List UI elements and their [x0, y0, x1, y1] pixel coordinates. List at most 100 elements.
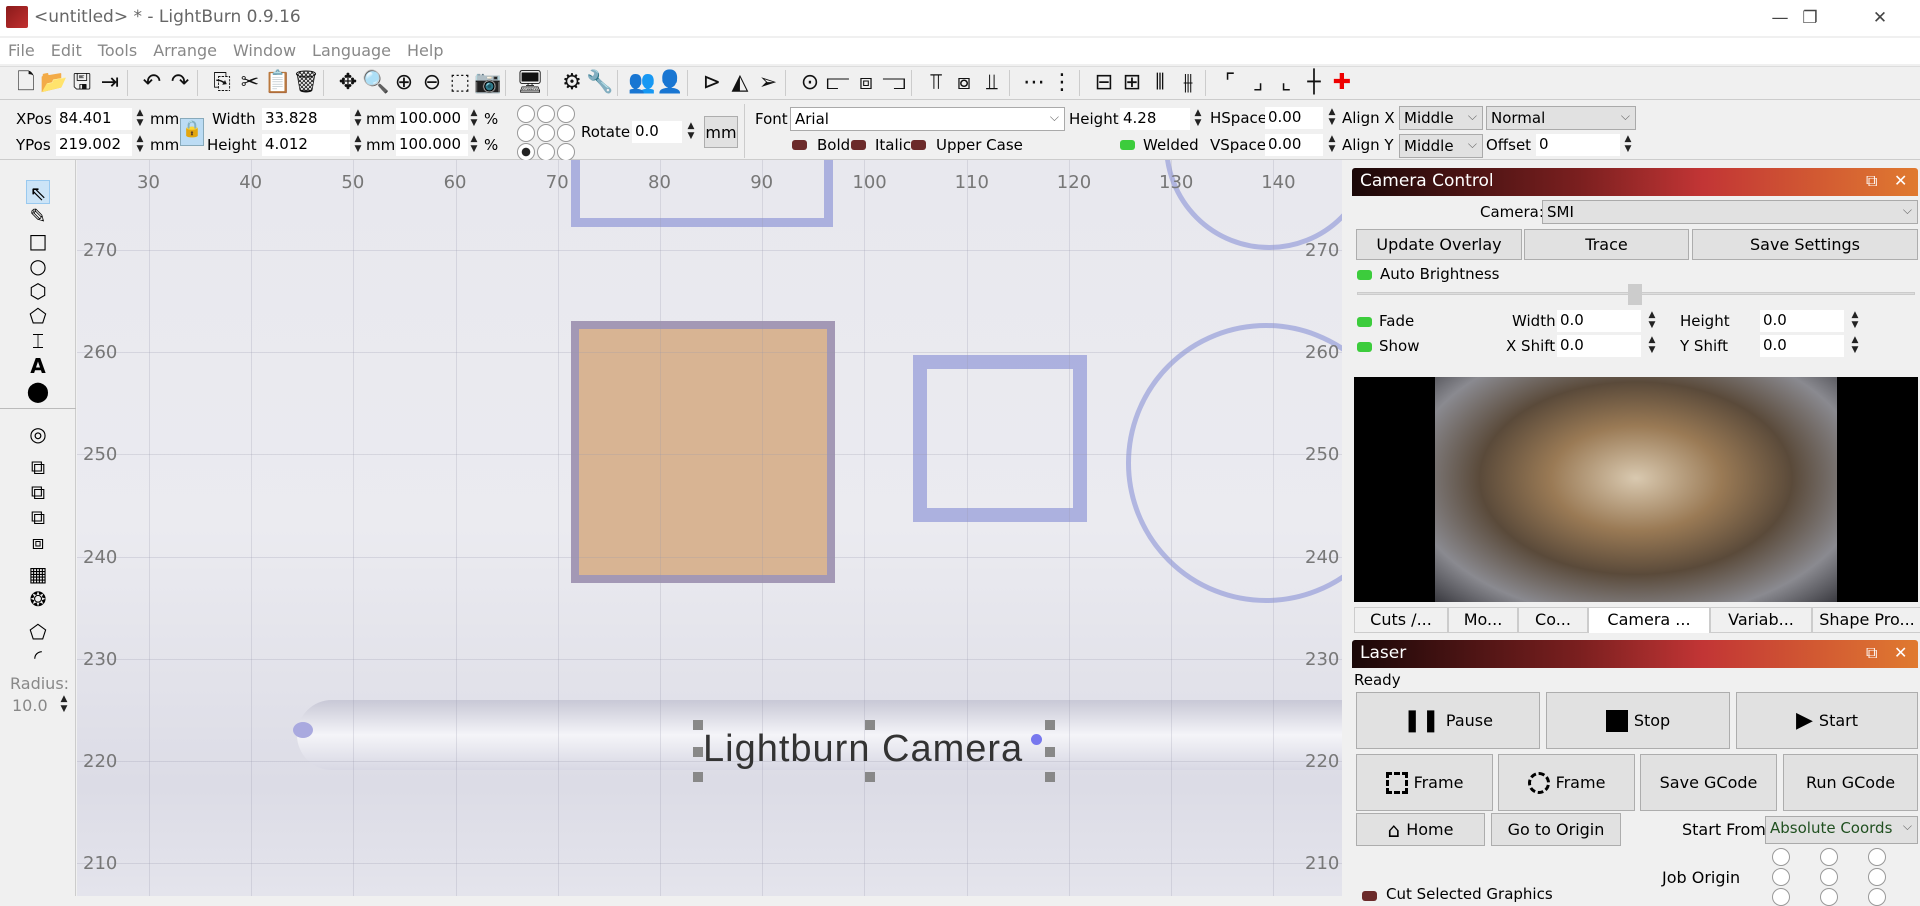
- dock-tab[interactable]: Cuts /...: [1354, 607, 1448, 633]
- anchor-radio[interactable]: [537, 105, 555, 123]
- job-origin-radio[interactable]: [1868, 868, 1886, 886]
- copy-icon[interactable]: ⎘: [208, 69, 236, 97]
- anchor-radio[interactable]: [537, 143, 555, 161]
- frame-rect-button[interactable]: Frame: [1356, 754, 1493, 811]
- scale-height-input[interactable]: 100.000: [396, 134, 468, 156]
- bold-toggle[interactable]: [792, 140, 807, 150]
- job-origin-radio[interactable]: [1772, 888, 1790, 906]
- hspace-input[interactable]: 0.00: [1265, 107, 1323, 129]
- scale-width-spinner[interactable]: ▲ ▼: [468, 108, 480, 130]
- menu-edit[interactable]: Edit: [43, 38, 90, 64]
- redo-icon[interactable]: ↷: [166, 69, 194, 97]
- design-canvas[interactable]: Lightburn Camera 30 40 50 60 70 80 90 100 110 120…: [77, 160, 1342, 896]
- resize-handle[interactable]: [865, 720, 875, 730]
- anchor-radio[interactable]: [517, 143, 535, 161]
- resize-handle[interactable]: [865, 772, 875, 782]
- restore-button[interactable]: ❐: [1785, 4, 1835, 32]
- corner-radius-icon[interactable]: ◜: [26, 645, 50, 669]
- upper-case-toggle[interactable]: [911, 140, 926, 150]
- resize-handle[interactable]: [1045, 720, 1055, 730]
- group-icon[interactable]: 👥: [628, 69, 656, 97]
- xpos-spinner[interactable]: ▲ ▼: [134, 108, 146, 130]
- radius-spinner[interactable]: ▲ ▼: [58, 694, 70, 716]
- job-origin-radio[interactable]: [1820, 868, 1838, 886]
- ellipse-tool-icon[interactable]: ○: [26, 254, 50, 278]
- close-button[interactable]: ✕: [1855, 4, 1905, 32]
- stop-button[interactable]: Stop: [1546, 692, 1730, 749]
- zoom-out-icon[interactable]: ⊖: [418, 69, 446, 97]
- scale-height-spinner[interactable]: ▲ ▼: [468, 134, 480, 156]
- grid-array-icon[interactable]: ▦: [26, 562, 50, 586]
- italic-toggle[interactable]: [851, 140, 866, 150]
- ypos-spinner[interactable]: ▲ ▼: [134, 134, 146, 156]
- monitor-icon[interactable]: 🖥: [516, 69, 544, 97]
- stack-icon[interactable]: ⊞: [1118, 69, 1146, 97]
- resize-handle[interactable]: [693, 720, 703, 730]
- anchor-radio[interactable]: [557, 143, 575, 161]
- offset-shapes-icon[interactable]: ◎: [26, 422, 50, 446]
- start-from-select[interactable]: Absolute Coords ⌵: [1765, 816, 1918, 844]
- auto-brightness-toggle[interactable]: [1357, 270, 1372, 280]
- spread-icon[interactable]: ⫴: [1146, 69, 1174, 97]
- menu-window[interactable]: Window: [225, 38, 304, 64]
- text-height-spinner[interactable]: ▲ ▼: [1192, 108, 1204, 130]
- job-origin-radio[interactable]: [1868, 848, 1886, 866]
- pen-tool-icon[interactable]: ✎: [26, 204, 50, 228]
- show-toggle[interactable]: [1357, 342, 1372, 352]
- resize-handle[interactable]: [1045, 747, 1055, 757]
- run-gcode-button[interactable]: Run GCode: [1783, 754, 1918, 811]
- rectangle-tool-icon[interactable]: □: [26, 229, 50, 253]
- pause-button[interactable]: ❚❚ Pause: [1356, 692, 1540, 749]
- subtract-icon[interactable]: ⧉: [26, 505, 50, 529]
- unit-toggle-button[interactable]: mm: [704, 116, 738, 148]
- origin-bl-icon[interactable]: ⌞: [1272, 69, 1300, 97]
- polygon-tool-icon[interactable]: ⬡: [26, 279, 50, 303]
- overlay-height-input[interactable]: 0.0: [1760, 310, 1844, 332]
- resize-handle[interactable]: [693, 747, 703, 757]
- welded-toggle[interactable]: [1120, 140, 1135, 150]
- vspace-spinner[interactable]: ▲ ▼: [1326, 134, 1338, 156]
- save-settings-button[interactable]: Save Settings: [1692, 229, 1918, 260]
- dock-icon[interactable]: ⫵: [1174, 69, 1202, 97]
- hspace-spinner[interactable]: ▲ ▼: [1326, 107, 1338, 129]
- zoom-in-icon[interactable]: ⊕: [390, 69, 418, 97]
- width-spinner[interactable]: ▲ ▼: [352, 108, 364, 130]
- dock-tab[interactable]: Mo...: [1448, 607, 1518, 633]
- text-object[interactable]: Lightburn Camera: [703, 728, 1023, 771]
- overlay-width-spinner[interactable]: ▲ ▼: [1646, 310, 1658, 332]
- save-icon[interactable]: 🖫: [68, 69, 96, 97]
- undo-icon[interactable]: ↶: [138, 69, 166, 97]
- menu-arrange[interactable]: Arrange: [145, 38, 225, 64]
- undock-icon[interactable]: ⧉: [1866, 643, 1877, 663]
- anchor-radio[interactable]: [557, 105, 575, 123]
- lock-aspect-icon[interactable]: 🔒: [180, 118, 204, 146]
- height-input[interactable]: 4.012: [262, 134, 350, 156]
- yshift-input[interactable]: 0.0: [1760, 335, 1844, 357]
- update-overlay-button[interactable]: Update Overlay: [1356, 229, 1522, 260]
- job-origin-radio[interactable]: [1820, 848, 1838, 866]
- open-folder-icon[interactable]: 📂: [40, 69, 68, 97]
- new-file-icon[interactable]: 🗋: [12, 69, 40, 97]
- flip-horizontal-icon[interactable]: ⊳: [698, 69, 726, 97]
- go-to-origin-button[interactable]: Go to Origin: [1491, 813, 1621, 846]
- start-button[interactable]: ▶ Start: [1736, 692, 1918, 749]
- menu-language[interactable]: Language: [304, 38, 399, 64]
- align-top-icon[interactable]: ⫪: [922, 69, 950, 97]
- dock-tab[interactable]: Variab...: [1710, 607, 1812, 633]
- align-left-icon[interactable]: ⫍: [824, 69, 852, 97]
- overlay-width-input[interactable]: 0.0: [1557, 310, 1641, 332]
- camera-select[interactable]: SMI ⌵: [1542, 200, 1918, 224]
- align-vcenter-icon[interactable]: ⧇: [950, 69, 978, 97]
- distribute-v-icon[interactable]: ⋮: [1048, 69, 1076, 97]
- anchor-radio[interactable]: [517, 124, 535, 142]
- home-button[interactable]: ⌂ Home: [1356, 813, 1485, 846]
- offset-input[interactable]: 0: [1536, 134, 1620, 156]
- scale-width-input[interactable]: 100.000: [396, 108, 468, 130]
- menu-tools[interactable]: Tools: [90, 38, 145, 64]
- resize-handle[interactable]: [693, 772, 703, 782]
- yshift-spinner[interactable]: ▲ ▼: [1849, 335, 1861, 357]
- job-origin-radio[interactable]: [1772, 868, 1790, 886]
- move-together-icon[interactable]: ⊟: [1090, 69, 1118, 97]
- edit-nodes-icon[interactable]: ⬠: [26, 304, 50, 328]
- distribute-h-icon[interactable]: ⋯: [1020, 69, 1048, 97]
